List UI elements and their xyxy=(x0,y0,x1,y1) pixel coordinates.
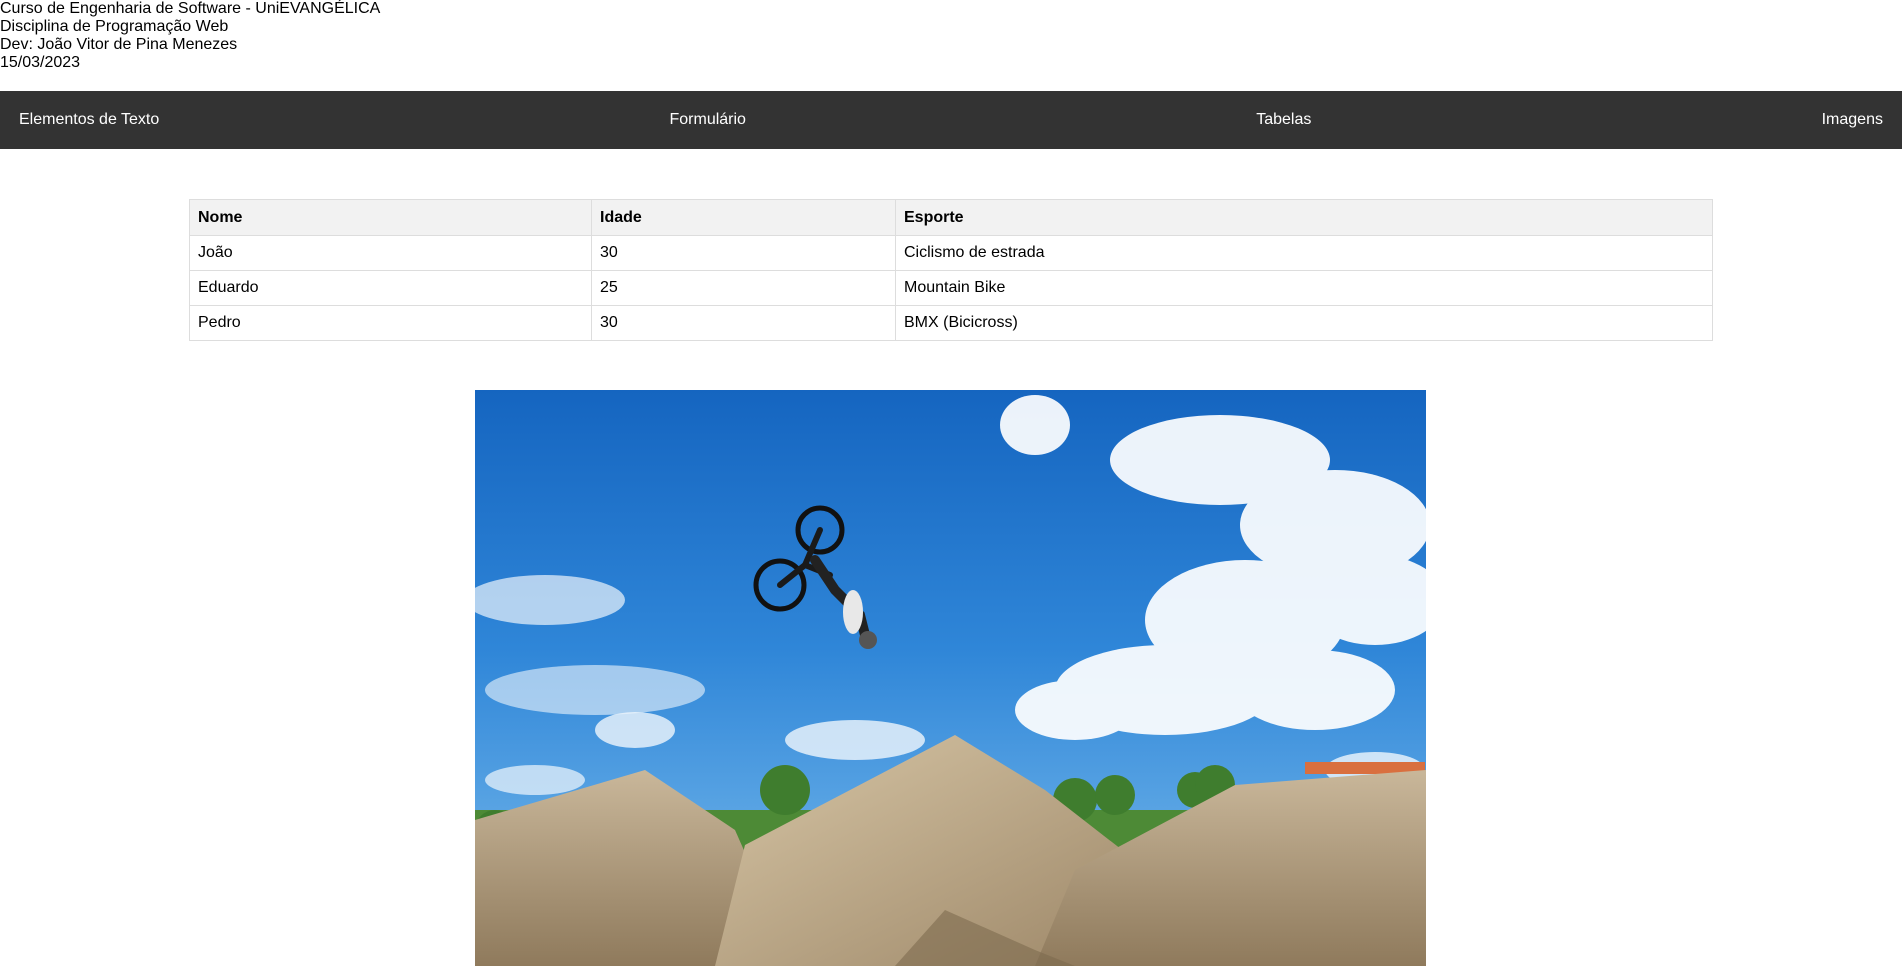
athletes-table: Nome Idade Esporte João 30 Ciclismo de e… xyxy=(189,199,1713,341)
nav-link-elementos-de-texto[interactable]: Elementos de Texto xyxy=(19,111,159,129)
table-cell-esporte: BMX (Bicicross) xyxy=(895,305,1713,341)
table-header-idade: Idade xyxy=(591,199,896,236)
table-header-row: Nome Idade Esporte xyxy=(189,199,1713,236)
athletes-table-container: Nome Idade Esporte João 30 Ciclismo de e… xyxy=(189,199,1713,341)
table-cell-nome: Pedro xyxy=(189,305,592,341)
page-header-info: Curso de Engenharia de Software - UniEVA… xyxy=(0,0,1902,72)
nav-link-imagens[interactable]: Imagens xyxy=(1822,111,1883,129)
course-line: Curso de Engenharia de Software - UniEVA… xyxy=(0,0,381,17)
table-cell-esporte: Ciclismo de estrada xyxy=(895,235,1713,271)
table-cell-idade: 25 xyxy=(591,270,896,306)
table-cell-esporte: Mountain Bike xyxy=(895,270,1713,306)
developer-line: Dev: João Vitor de Pina Menezes xyxy=(0,36,238,53)
bmx-backflip-photo xyxy=(475,390,1426,966)
date-line: 15/03/2023 xyxy=(0,54,81,71)
main-navbar: Elementos de Texto Formulário Tabelas Im… xyxy=(0,91,1902,149)
nav-link-tabelas[interactable]: Tabelas xyxy=(1256,111,1311,129)
nav-link-formulario[interactable]: Formulário xyxy=(669,111,745,129)
table-row: Eduardo 25 Mountain Bike xyxy=(189,270,1713,306)
table-row: Pedro 30 BMX (Bicicross) xyxy=(189,305,1713,341)
table-header-nome: Nome xyxy=(189,199,592,236)
table-cell-nome: João xyxy=(189,235,592,271)
table-cell-nome: Eduardo xyxy=(189,270,592,306)
table-cell-idade: 30 xyxy=(591,305,896,341)
table-cell-idade: 30 xyxy=(591,235,896,271)
discipline-line: Disciplina de Programação Web xyxy=(0,18,229,35)
table-header-esporte: Esporte xyxy=(895,199,1713,236)
table-row: João 30 Ciclismo de estrada xyxy=(189,235,1713,271)
